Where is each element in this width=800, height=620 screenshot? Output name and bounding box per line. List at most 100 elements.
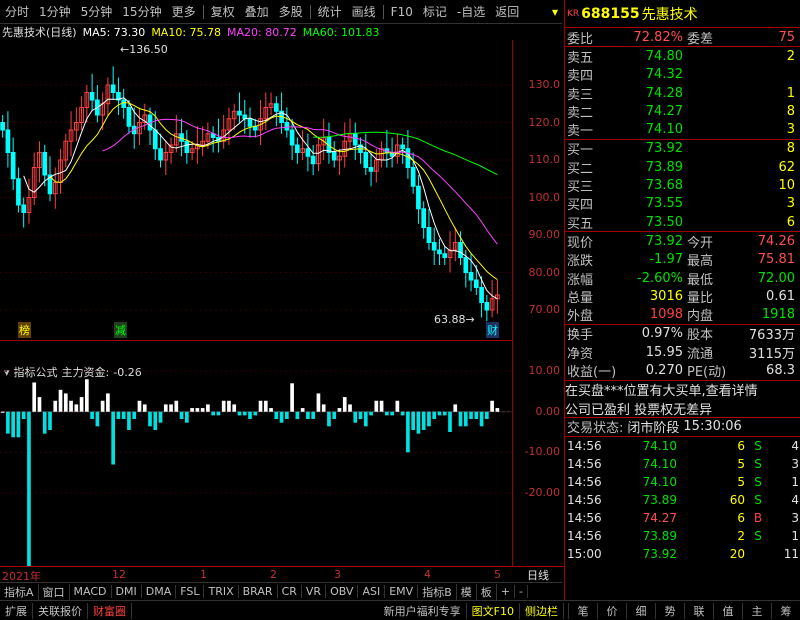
stock-code: 688155 <box>581 5 640 22</box>
indicator-chart[interactable] <box>0 363 512 566</box>
toolbar-item[interactable]: 画线 <box>347 3 381 20</box>
toolbar-item[interactable]: 返回 <box>490 3 524 20</box>
quote-tab[interactable]: 联 <box>684 602 713 619</box>
flow-bar <box>337 408 342 412</box>
flow-bar <box>248 411 252 420</box>
toolbar-item[interactable]: 统计 <box>313 3 347 20</box>
indicator-tab[interactable]: 模 <box>457 583 477 600</box>
tick-volume: 5 <box>737 456 745 471</box>
toolbar-item[interactable]: 复权 <box>206 3 240 20</box>
toolbar-item[interactable]: 标记 <box>418 3 452 20</box>
dropdown-icon[interactable]: ▾ <box>552 5 562 19</box>
indicator-tab[interactable]: 指标B <box>418 583 457 600</box>
indicator-tab[interactable]: DMI <box>112 585 142 598</box>
flow-bar <box>379 400 384 412</box>
indicator-tab[interactable]: DMA <box>142 585 177 598</box>
bottom-item[interactable]: 图文F10 <box>467 602 520 619</box>
quote-tab[interactable]: 值 <box>713 602 742 619</box>
indicator-tick-label: 0.00 <box>535 404 561 418</box>
candle-body <box>421 208 427 228</box>
quote-tab[interactable]: 主 <box>742 602 771 619</box>
quote-tab[interactable]: 细 <box>626 602 655 619</box>
bottom-item[interactable]: 新用户福利专享 <box>379 602 467 619</box>
indicator-tab[interactable]: 指标A <box>0 583 39 600</box>
indicator-tabs: 指标A 窗口 MACD DMI DMA FSL TRIX BRAR CR VR OBV ASI EMV 指… <box>0 582 562 600</box>
flow-bar <box>442 411 447 416</box>
toolbar-item[interactable]: 分时 <box>0 3 34 20</box>
indicator-tab[interactable]: TRIX <box>204 585 239 598</box>
indicator-tab[interactable]: 板 <box>477 583 497 600</box>
indicator-tab[interactable]: EMV <box>385 585 419 598</box>
status-label: 交易状态: <box>567 421 624 437</box>
candle-body <box>305 148 311 157</box>
date-tick-label: 4 <box>424 568 431 581</box>
toolbar-item[interactable]: 1分钟 <box>34 3 76 20</box>
bottom-item[interactable]: 关联报价 <box>33 602 88 619</box>
indicator-tab[interactable]: MACD <box>70 585 112 598</box>
bottom-item[interactable]: 扩展 <box>0 602 33 619</box>
candle-body <box>42 152 48 176</box>
candle-body <box>126 107 132 127</box>
indicator-tab[interactable]: 窗口 <box>39 583 70 600</box>
indicator-tab[interactable]: ASI <box>358 585 386 598</box>
flow-bar <box>306 411 310 420</box>
period-label[interactable]: 日线 <box>512 566 564 582</box>
quote-tab[interactable]: 价 <box>597 602 626 619</box>
order-price: 74.80 <box>645 48 683 64</box>
tick-side: S <box>754 456 762 471</box>
news-item[interactable]: 公司已盈利 投票权无差异 <box>565 399 800 418</box>
stat-row: 涨幅 -2.60% 最低 72.00 <box>565 269 800 288</box>
tick-list[interactable]: 14:56 74.10 6 S 4 14:56 74.10 5 S 3 14:56 74.10 5 S 1 1… <box>565 435 800 563</box>
toolbar-item[interactable]: 多股 <box>274 3 308 20</box>
bottom-bar: 扩展 关联报价 财富圈 新用户福利专享 图文F10 侧边栏笔价细势联值主筹 <box>0 600 800 620</box>
price-tick-label: 70.00 <box>528 303 561 316</box>
indicator-tab[interactable]: BRAR <box>239 585 278 598</box>
tick-row: 14:56 74.10 5 S 1 <box>565 473 800 491</box>
flow-bar <box>316 393 321 412</box>
order-row: 卖二 74.27 8 <box>565 102 800 121</box>
bottom-item[interactable]: 财富圈 <box>88 602 132 619</box>
flow-bar <box>427 411 431 427</box>
tag-jian[interactable]: 减 <box>114 322 127 338</box>
flow-bar <box>348 404 352 412</box>
flow-bar <box>363 411 368 427</box>
quote-tab[interactable]: 筹 <box>771 602 800 619</box>
toolbar-item[interactable]: F10 <box>386 5 418 19</box>
price-chart[interactable] <box>0 40 512 340</box>
bottom-item[interactable]: 侧边栏 <box>520 602 564 619</box>
quote-tab[interactable]: 笔 <box>568 602 597 619</box>
flow-bar <box>211 411 215 416</box>
tag-cai[interactable]: 财 <box>486 322 499 338</box>
stat-value: 73.92 <box>645 233 683 249</box>
tag-bang[interactable]: 榜 <box>18 322 31 338</box>
toolbar-item[interactable]: 15分钟 <box>117 3 166 20</box>
indicator-tab[interactable]: + <box>497 585 515 598</box>
flow-bar <box>232 404 237 412</box>
indicator-tab[interactable]: FSL <box>176 585 205 598</box>
tick-row: 14:56 74.10 6 S 4 <box>565 437 800 455</box>
indicator-tab[interactable]: VR <box>302 585 327 598</box>
order-volume: 62 <box>778 159 795 175</box>
indicator-tab[interactable]: OBV <box>326 585 359 598</box>
toolbar-item[interactable]: 叠加 <box>240 3 274 20</box>
flow-bar <box>432 411 437 420</box>
flow-bar <box>163 404 168 412</box>
indicator-tab[interactable]: - <box>515 585 528 598</box>
toolbar-item[interactable]: -自选 <box>452 3 490 20</box>
flow-bar <box>106 393 110 412</box>
sell-orders: 卖五 74.80 2 卖四 74.32 卖三 74.28 1 卖二 74.27 8 卖一 74.10 3 <box>565 46 800 139</box>
stat-value: 7633万 <box>748 328 795 344</box>
quote-tab[interactable]: 势 <box>655 602 684 619</box>
quote-stats: 现价 73.92 今开 74.26 涨跌 -1.97 最高 75.81 涨幅 -2.60% 最低 72… <box>565 231 800 324</box>
toolbar-item[interactable]: 更多 <box>167 3 201 20</box>
x-axis: 2021年 12 1 2 3 4 5 <box>0 566 512 583</box>
toolbar-separator <box>382 4 384 19</box>
news-item[interactable]: 在买盘***位置有大买单,查看详情 <box>565 381 800 399</box>
flow-bar <box>37 397 42 412</box>
toolbar-item[interactable]: 5分钟 <box>76 3 118 20</box>
order-level: 买三 <box>567 180 594 196</box>
indicator-tab[interactable]: CR <box>278 585 302 598</box>
ma5-label: MA5: 73.30 <box>82 25 146 39</box>
flow-bar <box>227 400 231 412</box>
order-row: 买四 73.55 3 <box>565 195 800 213</box>
